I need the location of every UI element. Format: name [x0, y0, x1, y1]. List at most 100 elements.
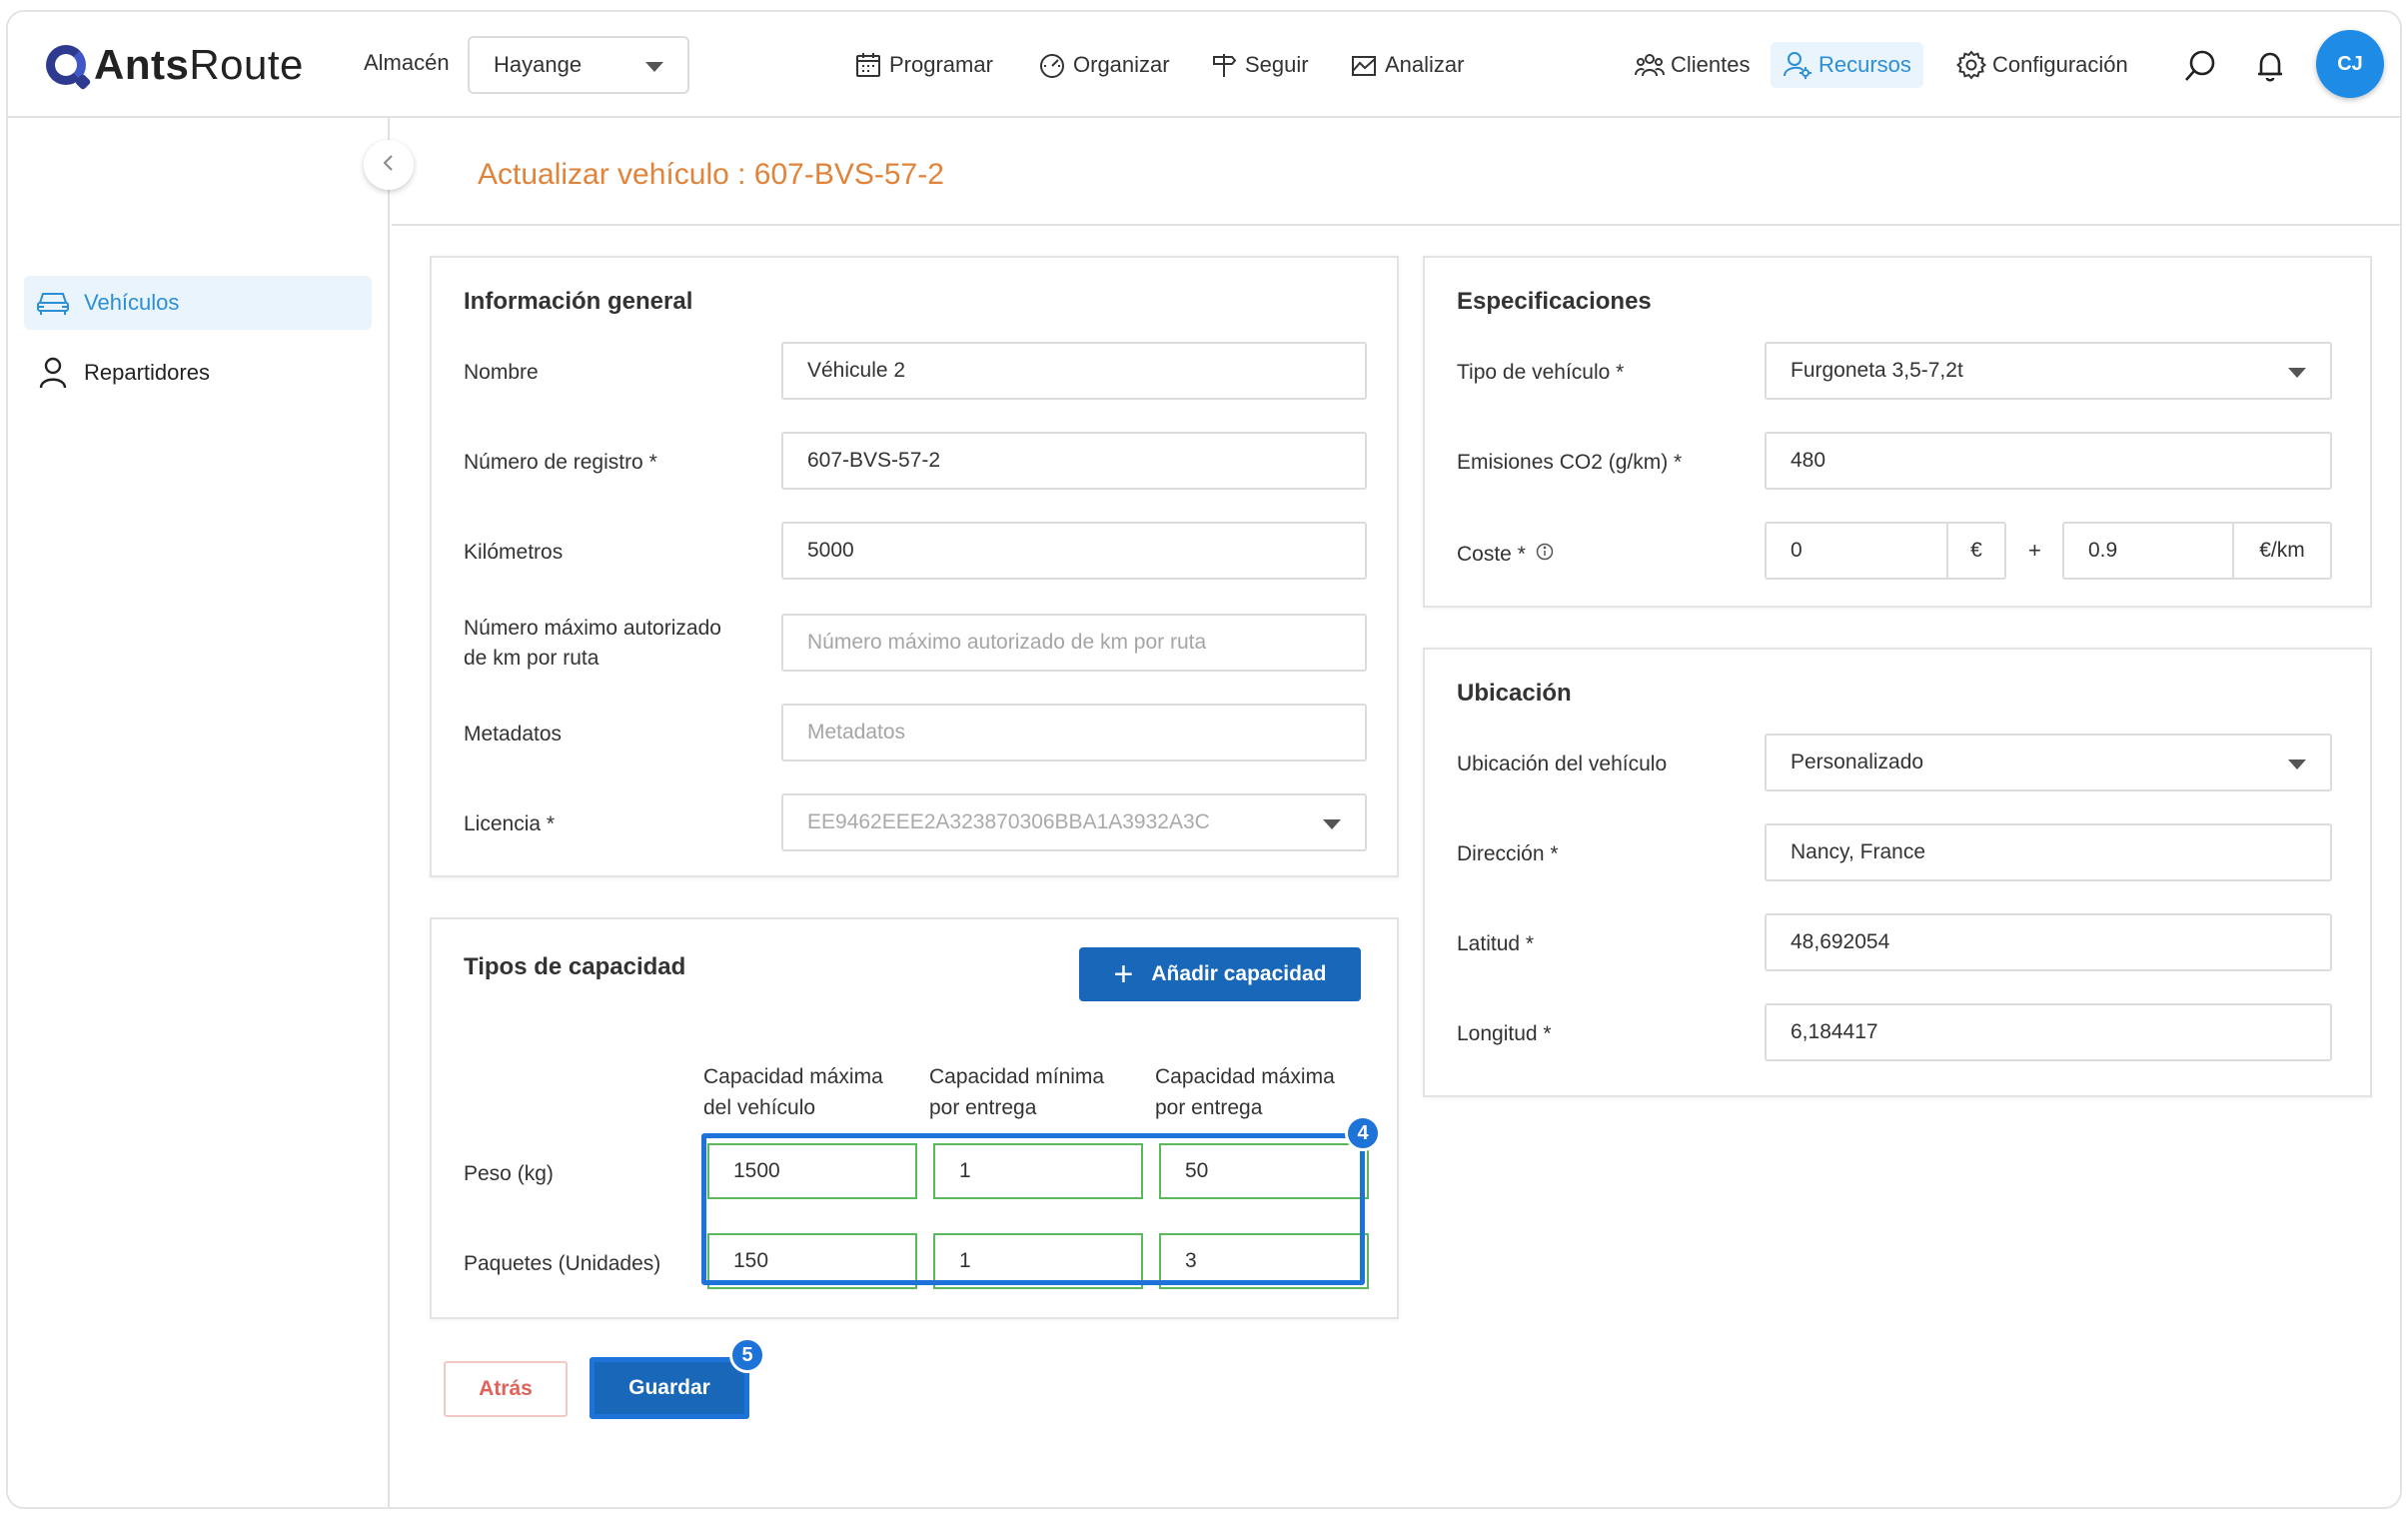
capacity-title: Tipos de capacidad — [464, 953, 686, 980]
sidebar: Vehículos Repartidores — [8, 118, 390, 1507]
tipo-vehiculo-value: Furgoneta 3,5-7,2t — [1791, 359, 1963, 382]
plus-sign: + — [2028, 538, 2041, 563]
licencia-select[interactable]: EE9462EEE2A323870306BBA1A3932A3C — [781, 793, 1367, 851]
column-header-min-delivery: Capacidad mínima por entrega — [929, 1061, 1104, 1123]
warehouse-select[interactable]: Hayange — [468, 36, 689, 94]
tipo-vehiculo-select[interactable]: Furgoneta 3,5-7,2t — [1765, 342, 2332, 400]
nav-configuracion[interactable]: Configuración — [1956, 42, 2128, 88]
users-group-icon — [1635, 50, 1665, 80]
metadatos-field[interactable]: Metadatos — [781, 704, 1367, 761]
plus-icon: + — [1113, 955, 1134, 993]
direccion-label: Dirección * — [1457, 842, 1559, 865]
nav-seguir-label: Seguir — [1245, 52, 1309, 77]
general-info-card: Información general Nombre Véhicule 2 Nú… — [430, 256, 1399, 877]
registro-label: Número de registro * — [464, 451, 657, 474]
column-header-line: del vehículo — [703, 1096, 816, 1119]
step-badge: 4 — [1345, 1115, 1381, 1151]
latitud-field[interactable]: 48,692054 — [1765, 913, 2332, 971]
top-bar: AntsRoute Almacén Hayange Programar Orga… — [8, 12, 2400, 118]
app-window: AntsRoute Almacén Hayange Programar Orga… — [6, 10, 2402, 1509]
paquetes-max-vehicle-field[interactable]: 150 — [707, 1233, 917, 1289]
peso-min-delivery-field[interactable]: 1 — [933, 1143, 1143, 1199]
coste-fixed-value: 0 — [1791, 539, 1803, 562]
registro-field[interactable]: 607-BVS-57-2 — [781, 432, 1367, 490]
info-icon[interactable] — [1536, 540, 1554, 570]
warehouse-value: Hayange — [494, 52, 583, 77]
max-km-label-line1: Número máximo autorizado — [464, 617, 721, 640]
nav-organizar-label: Organizar — [1073, 52, 1170, 77]
max-km-label: Número máximo autorizado de km por ruta — [464, 614, 721, 674]
max-km-label-line2: de km por ruta — [464, 647, 600, 670]
collapse-sidebar-button[interactable] — [364, 140, 414, 190]
car-icon — [36, 286, 70, 320]
nombre-field[interactable]: Véhicule 2 — [781, 342, 1367, 400]
signpost-icon — [1209, 50, 1239, 80]
location-title: Ubicación — [1457, 680, 1572, 707]
longitud-field[interactable]: 6,184417 — [1765, 1003, 2332, 1061]
nav-analizar-label: Analizar — [1385, 52, 1465, 77]
user-gear-icon — [1783, 50, 1812, 80]
sidebar-item-vehiculos[interactable]: Vehículos — [24, 276, 372, 330]
longitud-label: Longitud * — [1457, 1022, 1552, 1045]
search-icon[interactable] — [2182, 48, 2218, 84]
nav-programar[interactable]: Programar — [853, 42, 993, 88]
sidebar-item-label: Repartidores — [84, 360, 210, 385]
nav-organizar[interactable]: Organizar — [1037, 42, 1170, 88]
chevron-down-icon — [2288, 368, 2306, 378]
max-km-field[interactable]: Número máximo autorizado de km por ruta — [781, 614, 1367, 672]
ubicacion-value: Personalizado — [1791, 751, 1924, 773]
euro-addon: € — [1946, 524, 2004, 578]
save-button[interactable]: Guardar — [590, 1357, 749, 1419]
nav-recursos[interactable]: Recursos — [1771, 42, 1923, 88]
logo-mark-icon — [46, 45, 86, 85]
antsroute-logo[interactable]: AntsRoute — [46, 40, 304, 90]
ubicacion-label: Ubicación del vehículo — [1457, 753, 1668, 775]
column-header-max-vehicle: Capacidad máxima del vehículo — [703, 1061, 883, 1123]
page-header: Actualizar vehículo : 607-BVS-57-2 — [392, 118, 2400, 226]
paquetes-min-delivery-field[interactable]: 1 — [933, 1233, 1143, 1289]
chart-icon — [1349, 50, 1379, 80]
nav-clientes[interactable]: Clientes — [1635, 42, 1750, 88]
tipo-vehiculo-label: Tipo de vehículo * — [1457, 361, 1625, 384]
location-card: Ubicación Ubicación del vehículo Persona… — [1423, 648, 2372, 1097]
licencia-value: EE9462EEE2A323870306BBA1A3932A3C — [807, 810, 1210, 833]
nav-seguir[interactable]: Seguir — [1209, 42, 1309, 88]
person-icon — [36, 356, 70, 390]
column-header-max-delivery: Capacidad máxima por entrega — [1155, 1061, 1335, 1123]
bell-icon[interactable] — [2252, 48, 2288, 84]
paquetes-max-delivery-field[interactable]: 3 — [1159, 1233, 1369, 1289]
coste-fixed-field[interactable]: 0 € — [1765, 522, 2006, 580]
nav-analizar[interactable]: Analizar — [1349, 42, 1464, 88]
co2-field[interactable]: 480 — [1765, 432, 2332, 490]
add-capacity-button[interactable]: + Añadir capacidad — [1079, 947, 1361, 1001]
euro-per-km-addon: €/km — [2232, 524, 2330, 578]
nav-recursos-label: Recursos — [1818, 52, 1911, 77]
peso-max-vehicle-field[interactable]: 1500 — [707, 1143, 917, 1199]
column-header-line: Capacidad máxima — [703, 1065, 883, 1088]
add-capacity-label: Añadir capacidad — [1151, 962, 1327, 985]
sidebar-item-label: Vehículos — [84, 290, 180, 315]
nav-configuracion-label: Configuración — [1992, 52, 2128, 77]
sidebar-item-repartidores[interactable]: Repartidores — [24, 346, 372, 400]
column-header-line: Capacidad máxima — [1155, 1065, 1335, 1088]
avatar[interactable]: CJ — [2316, 30, 2384, 98]
calendar-icon — [853, 50, 883, 80]
step-badge: 5 — [729, 1337, 765, 1373]
direccion-field[interactable]: Nancy, France — [1765, 823, 2332, 881]
nav-programar-label: Programar — [889, 52, 993, 77]
nav-clientes-label: Clientes — [1671, 52, 1751, 77]
metadatos-label: Metadatos — [464, 723, 563, 746]
coste-variable-field[interactable]: 0.9 €/km — [2062, 522, 2332, 580]
back-button[interactable]: Atrás — [444, 1361, 568, 1417]
warehouse-label: Almacén — [364, 50, 450, 75]
column-header-line: Capacidad mínima — [929, 1065, 1105, 1088]
km-field[interactable]: 5000 — [781, 522, 1367, 580]
column-header-line: por entrega — [929, 1096, 1037, 1119]
km-label: Kilómetros — [464, 541, 564, 564]
gear-icon — [1956, 50, 1986, 80]
chevron-down-icon — [1323, 819, 1341, 829]
logo-text: AntsRoute — [94, 41, 304, 88]
peso-max-delivery-field[interactable]: 50 — [1159, 1143, 1369, 1199]
capacity-row-label-peso: Peso (kg) — [464, 1162, 554, 1185]
ubicacion-select[interactable]: Personalizado — [1765, 734, 2332, 791]
